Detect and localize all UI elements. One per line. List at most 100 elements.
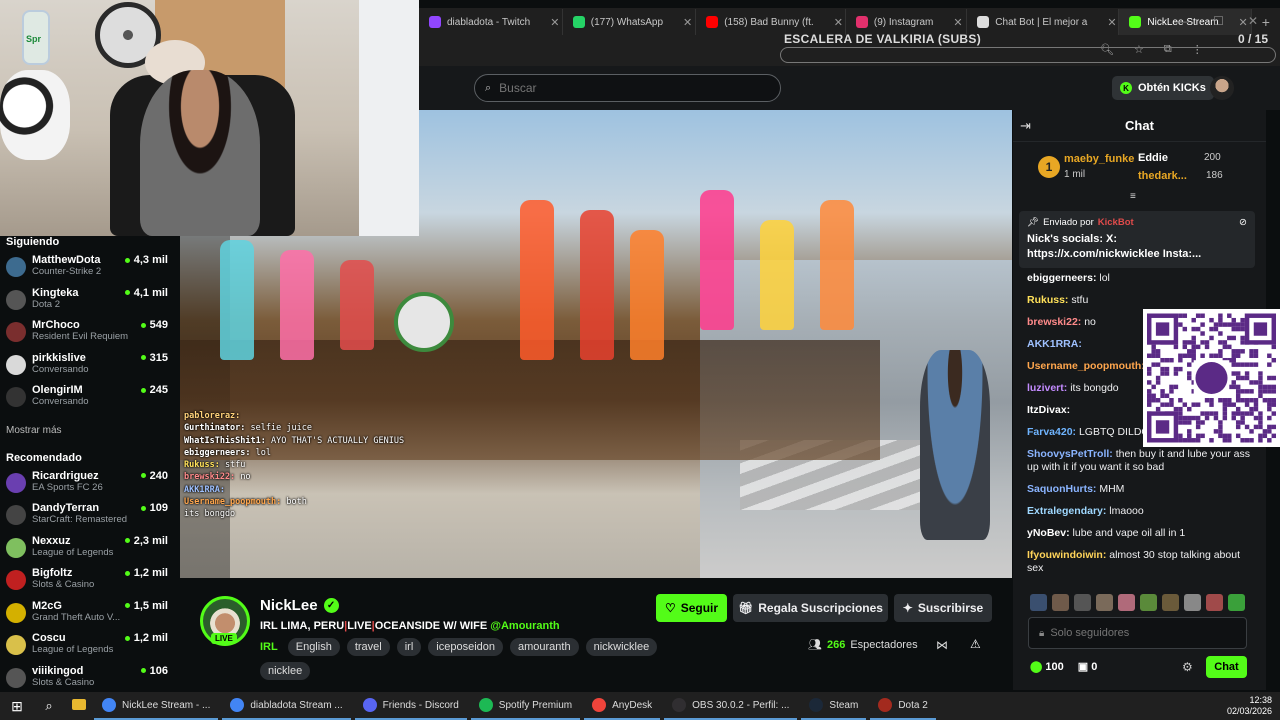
- gift-subs-button[interactable]: 🎁︎ Regala Suscripciones: [733, 594, 888, 622]
- chat-message[interactable]: SaquonHurts: MHM: [1027, 483, 1251, 496]
- chat-username[interactable]: ebiggerneers:: [1027, 272, 1096, 284]
- taskbar-app[interactable]: Friends - Discord: [354, 692, 467, 720]
- browser-tab[interactable]: (177) WhatsApp ✕: [563, 9, 697, 35]
- report-icon[interactable]: ⚠: [970, 637, 981, 651]
- chat-username[interactable]: AKK1RRA:: [1027, 338, 1082, 350]
- emote-icon[interactable]: [1206, 594, 1223, 611]
- stream-tag[interactable]: English: [287, 638, 340, 656]
- emote-icon[interactable]: [1162, 594, 1179, 611]
- chat-username[interactable]: Ifyouwindoiwin:: [1027, 549, 1106, 561]
- leaderboard-first-name[interactable]: maeby_funke: [1064, 153, 1134, 165]
- stream-tag[interactable]: amouranth: [510, 638, 579, 656]
- chat-username[interactable]: Farva420:: [1027, 426, 1076, 438]
- chat-message[interactable]: ebiggerneers: lol: [1027, 272, 1251, 285]
- stream-tag[interactable]: nickwicklee: [585, 638, 658, 656]
- search-box[interactable]: ⌕: [474, 74, 781, 102]
- leaderboard-second-name[interactable]: Eddie: [1138, 152, 1168, 164]
- taskbar-app[interactable]: Spotify Premium: [470, 692, 581, 720]
- chat-message[interactable]: Extralegendary: lmaooo: [1027, 505, 1251, 518]
- unpin-icon[interactable]: ⊘: [1239, 217, 1247, 228]
- chat-settings-gear-icon[interactable]: ⚙: [1182, 660, 1193, 674]
- file-explorer-icon[interactable]: [64, 697, 94, 715]
- stream-tag[interactable]: nicklee: [260, 662, 311, 680]
- chat-username[interactable]: luzivert:: [1027, 382, 1067, 394]
- leaderboard-third-name[interactable]: thedark...: [1138, 170, 1187, 182]
- emote-icon[interactable]: [1052, 594, 1069, 611]
- emote-icon[interactable]: [1118, 594, 1135, 611]
- chat-username[interactable]: Username_poopmouth:: [1027, 360, 1145, 372]
- sidebar-channel-item[interactable]: DandyTerran StarCraft: Remastered 109: [6, 500, 180, 533]
- chat-input-box[interactable]: 🔒︎: [1028, 617, 1247, 649]
- channel-name[interactable]: NickLee: [260, 597, 318, 614]
- sidebar-channel-text: OlengirIM Conversando: [32, 384, 141, 407]
- taskbar-search-icon[interactable]: ⌕: [34, 698, 64, 714]
- user-avatar[interactable]: [1210, 76, 1234, 100]
- stream-title-mention[interactable]: @Amouranth: [490, 620, 559, 632]
- share-icon[interactable]: ⋈: [936, 638, 948, 652]
- expand-leaderboard-icon[interactable]: ≡: [1130, 191, 1136, 202]
- taskbar-app[interactable]: Dota 2: [870, 692, 936, 720]
- taskbar-app[interactable]: Steam: [801, 692, 867, 720]
- search-input[interactable]: [499, 81, 760, 95]
- sidebar-channel-item[interactable]: pirkkislive Conversando 315: [6, 350, 180, 383]
- emote-icon[interactable]: [1140, 594, 1157, 611]
- taskbar-app[interactable]: AnyDesk: [584, 692, 661, 720]
- taskbar-app[interactable]: diabladota Stream ...: [222, 692, 351, 720]
- chat-message[interactable]: Rukuss: stfu: [1027, 294, 1251, 307]
- taskbar-app[interactable]: OBS 30.0.2 - Perfil: ...: [664, 692, 798, 720]
- chat-message[interactable]: Ifyouwindoiwin: almost 30 stop talking a…: [1027, 549, 1251, 575]
- taskbar-app[interactable]: NickLee Stream - ...: [94, 692, 219, 720]
- stream-tag[interactable]: irl: [396, 638, 422, 656]
- emote-icon[interactable]: [1096, 594, 1113, 611]
- stream-tag[interactable]: travel: [346, 638, 390, 656]
- chat-input[interactable]: [1050, 627, 1231, 639]
- stream-tag[interactable]: iceposeidon: [428, 638, 503, 656]
- close-tab-icon[interactable]: ✕: [683, 16, 692, 29]
- chat-username[interactable]: Extralegendary:: [1027, 505, 1106, 517]
- close-tab-icon[interactable]: ✕: [1107, 16, 1116, 29]
- emote-icon[interactable]: [1184, 594, 1201, 611]
- subscribe-button[interactable]: ✦ Suscribirse: [894, 594, 992, 622]
- sidebar-channel-item[interactable]: Ricardriguez EA Sports FC 26 240: [6, 468, 180, 501]
- browser-tab[interactable]: Chat Bot | El mejor a ✕: [967, 9, 1120, 35]
- emote-icon[interactable]: [1074, 594, 1091, 611]
- close-tab-icon[interactable]: ✕: [550, 16, 559, 29]
- points-display[interactable]: ⬤ 100: [1030, 660, 1064, 673]
- show-more-link[interactable]: Mostrar más: [6, 425, 180, 436]
- stream-category[interactable]: IRL: [260, 641, 278, 653]
- chat-username[interactable]: ItzDivax:: [1027, 404, 1070, 416]
- sidebar-channel-item[interactable]: Nexxuz League of Legends 2,3 mil: [6, 533, 180, 566]
- sidebar-channel-item[interactable]: MatthewDota Counter-Strike 2 4,3 mil: [6, 252, 180, 285]
- sidebar-channel-item[interactable]: Coscu League of Legends 1,2 mil: [6, 630, 180, 663]
- sidebar-channel-item[interactable]: M2cG Grand Theft Auto V... 1,5 mil: [6, 598, 180, 631]
- minimize-icon[interactable]: —: [1177, 14, 1189, 28]
- chat-username[interactable]: SaquonHurts:: [1027, 483, 1096, 495]
- collapse-chat-icon[interactable]: ⇥: [1020, 118, 1031, 134]
- browser-tab[interactable]: diabladota - Twitch ✕: [419, 9, 563, 35]
- emote-icon[interactable]: [1228, 594, 1245, 611]
- gifts-display[interactable]: ▣ 0: [1078, 660, 1098, 673]
- chat-send-button[interactable]: Chat: [1206, 656, 1247, 678]
- sidebar-channel-item[interactable]: MrChoco Resident Evil Requiem 549: [6, 317, 180, 350]
- chat-message[interactable]: yNoBev: lube and vape oil all in 1: [1027, 527, 1251, 540]
- start-windows-icon[interactable]: ⊞: [0, 698, 34, 715]
- chat-username[interactable]: ShoovysPetTroll:: [1027, 448, 1113, 460]
- sidebar-channel-name: Kingteka: [32, 286, 79, 299]
- taskbar-clock[interactable]: 12:38 02/03/2026: [1227, 695, 1272, 717]
- sidebar-channel-item[interactable]: Bigfoltz Slots & Casino 1,2 mil: [6, 565, 180, 598]
- close-tab-icon[interactable]: ✕: [834, 16, 843, 29]
- maximize-icon[interactable]: ☐: [1213, 14, 1224, 28]
- get-kicks-button[interactable]: K Obtén KICKs: [1112, 76, 1214, 100]
- chat-username[interactable]: brewski22:: [1027, 316, 1081, 328]
- sidebar-channel-item[interactable]: Kingteka Dota 2 4,1 mil: [6, 285, 180, 318]
- follow-button[interactable]: ♡ Seguir: [656, 594, 727, 622]
- chat-username[interactable]: yNoBev:: [1027, 527, 1070, 539]
- chat-message[interactable]: ShoovysPetTroll: then buy it and lube yo…: [1027, 448, 1251, 474]
- emote-icon[interactable]: [1030, 594, 1047, 611]
- close-tab-icon[interactable]: ✕: [953, 16, 962, 29]
- close-window-icon[interactable]: ✕: [1248, 14, 1258, 28]
- sidebar-channel-item[interactable]: OlengirIM Conversando 245: [6, 382, 180, 415]
- sidebar-channel-item[interactable]: viiikingod Slots & Casino 106: [6, 663, 180, 696]
- pinned-message[interactable]: 📌︎ Enviado por KickBot ⊘ Nick's socials:…: [1019, 211, 1255, 268]
- chat-username[interactable]: Rukuss:: [1027, 294, 1068, 306]
